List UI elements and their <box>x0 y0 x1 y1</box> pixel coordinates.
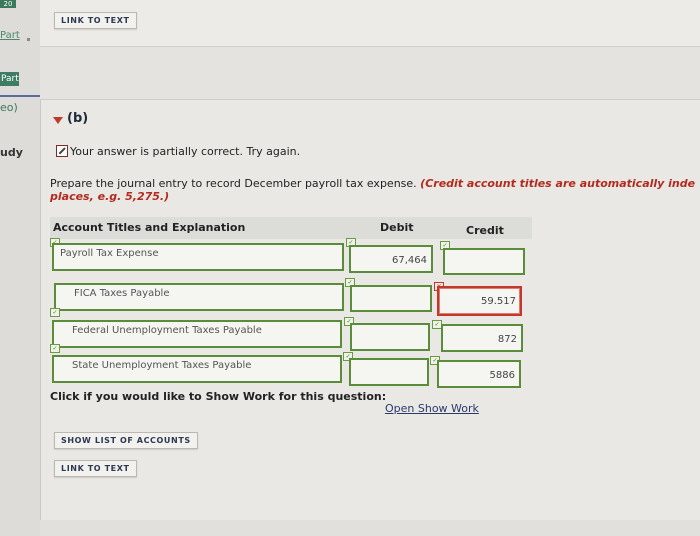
left-sidebar: 20 Part Part eo) udy <box>0 0 41 536</box>
sidebar-item-part-active[interactable]: Part <box>0 72 19 86</box>
open-show-work-link[interactable]: Open Show Work <box>385 402 479 415</box>
instruction-note-line2: places, e.g. 5,275.) <box>50 190 170 203</box>
row1-account-input[interactable]: Payroll Tax Expense <box>52 243 344 271</box>
journal-table-header: Account Titles and Explanation Debit Cre… <box>50 217 532 239</box>
collapse-caret-icon[interactable] <box>53 117 63 124</box>
row1-debit-input[interactable]: 67,464 <box>349 245 433 273</box>
show-work-prompt: Click if you would like to Show Work for… <box>50 390 387 403</box>
secondary-panel <box>40 47 700 100</box>
row4-credit-input[interactable]: 5886 <box>437 360 521 388</box>
row4-account-check-icon: ✓ <box>50 344 60 353</box>
feedback-status: Your answer is partially correct. Try ag… <box>70 145 301 158</box>
sidebar-item-eo[interactable]: eo) <box>0 101 18 114</box>
row3-debit-input[interactable] <box>350 323 430 351</box>
sidebar-item-part-link[interactable]: Part <box>0 30 20 41</box>
row3-account-check-icon: ✓ <box>50 308 60 317</box>
section-label[interactable]: (b) <box>67 111 88 126</box>
instruction-text: Prepare the journal entry to record Dece… <box>50 177 700 190</box>
top-panel: LINK TO TEXT <box>40 0 700 47</box>
show-list-of-accounts-button[interactable]: SHOW LIST OF ACCOUNTS <box>54 432 198 449</box>
header-credit: Credit <box>466 224 504 237</box>
link-to-text-button-bottom[interactable]: LINK TO TEXT <box>54 460 137 477</box>
partially-correct-icon <box>56 145 68 157</box>
bottom-edge <box>40 520 700 536</box>
sidebar-item-study[interactable]: udy <box>0 146 23 159</box>
instruction-prefix: Prepare the journal entry to record Dece… <box>50 177 421 190</box>
row3-account-input[interactable]: Federal Unemployment Taxes Payable <box>52 320 342 348</box>
row4-account-input[interactable]: State Unemployment Taxes Payable <box>52 355 342 383</box>
link-to-text-button-top[interactable]: LINK TO TEXT <box>54 12 137 29</box>
instruction-note: (Credit account titles are automatically… <box>420 177 696 190</box>
header-account: Account Titles and Explanation <box>53 221 246 234</box>
row4-debit-input[interactable] <box>349 358 429 386</box>
row2-account-input[interactable]: FICA Taxes Payable <box>54 283 344 311</box>
row2-debit-input[interactable] <box>350 285 432 312</box>
row1-credit-input[interactable] <box>443 248 525 275</box>
row3-credit-input[interactable]: 872 <box>441 324 523 352</box>
sidebar-dot <box>27 38 30 41</box>
sidebar-top-badge: 20 <box>0 0 16 8</box>
header-debit: Debit <box>380 221 414 234</box>
sidebar-divider <box>0 95 40 97</box>
row2-credit-input[interactable]: 59.517 <box>437 286 522 316</box>
